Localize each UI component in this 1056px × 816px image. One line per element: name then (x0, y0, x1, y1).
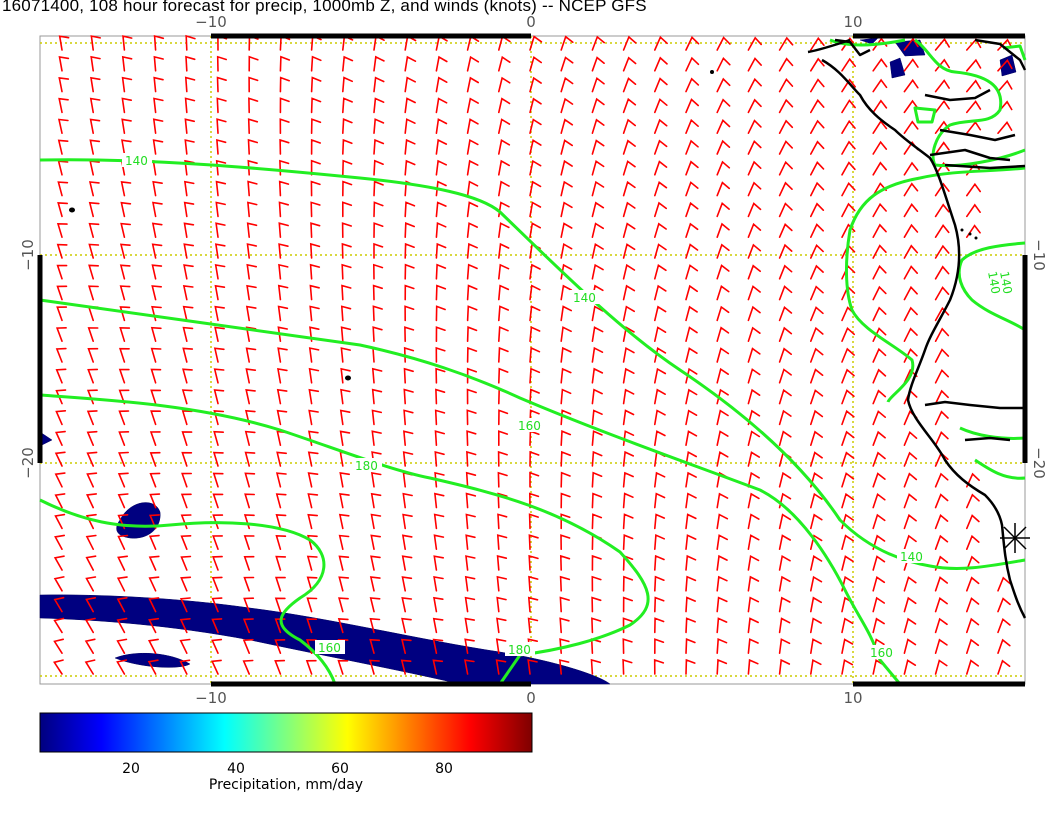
contour-label: 140 (573, 291, 596, 305)
contour-label: 140 (125, 154, 148, 168)
lon-tick-label: −10 (195, 13, 227, 31)
lon-tick-label: 0 (526, 13, 536, 31)
contour-label: 160 (870, 646, 893, 660)
weather-map[interactable]: 140 140 160 180 140 160 180 160 140 140 (0, 0, 1056, 816)
lat-tick-label: −20 (19, 447, 37, 479)
colorbar-tick-label: 60 (331, 761, 349, 777)
latitude-axis-right: −10 −20 (1030, 239, 1048, 479)
latitude-axis-left: −10 −20 (19, 239, 37, 479)
longitude-axis-top: −10 0 10 (195, 13, 862, 31)
colorbar-title: Precipitation, mm/day (209, 777, 363, 793)
contour-label: 180 (355, 459, 378, 473)
precip-colorbar: 20 40 60 80 Precipitation, mm/day (39, 712, 533, 793)
contour-label: 180 (508, 643, 531, 657)
lat-tick-label: −20 (1030, 447, 1048, 479)
contour-label: 160 (518, 419, 541, 433)
colorbar-tick-label: 80 (435, 761, 453, 777)
asterisk-station-icon (1000, 523, 1030, 553)
longitude-axis-bottom: −10 0 10 (195, 689, 862, 707)
colorbar-tick-label: 40 (227, 761, 245, 777)
lon-tick-label: 0 (526, 689, 536, 707)
lon-tick-label: 10 (843, 689, 862, 707)
lat-tick-label: −10 (19, 239, 37, 271)
contour-label: 160 (318, 641, 341, 655)
colorbar-tick-label: 20 (122, 761, 140, 777)
map-frame (39, 35, 1026, 685)
lat-tick-label: −10 (1030, 239, 1048, 271)
lon-tick-label: −10 (195, 689, 227, 707)
lon-tick-label: 10 (843, 13, 862, 31)
colorbar-gradient (39, 712, 533, 753)
contour-label: 140 (900, 550, 923, 564)
